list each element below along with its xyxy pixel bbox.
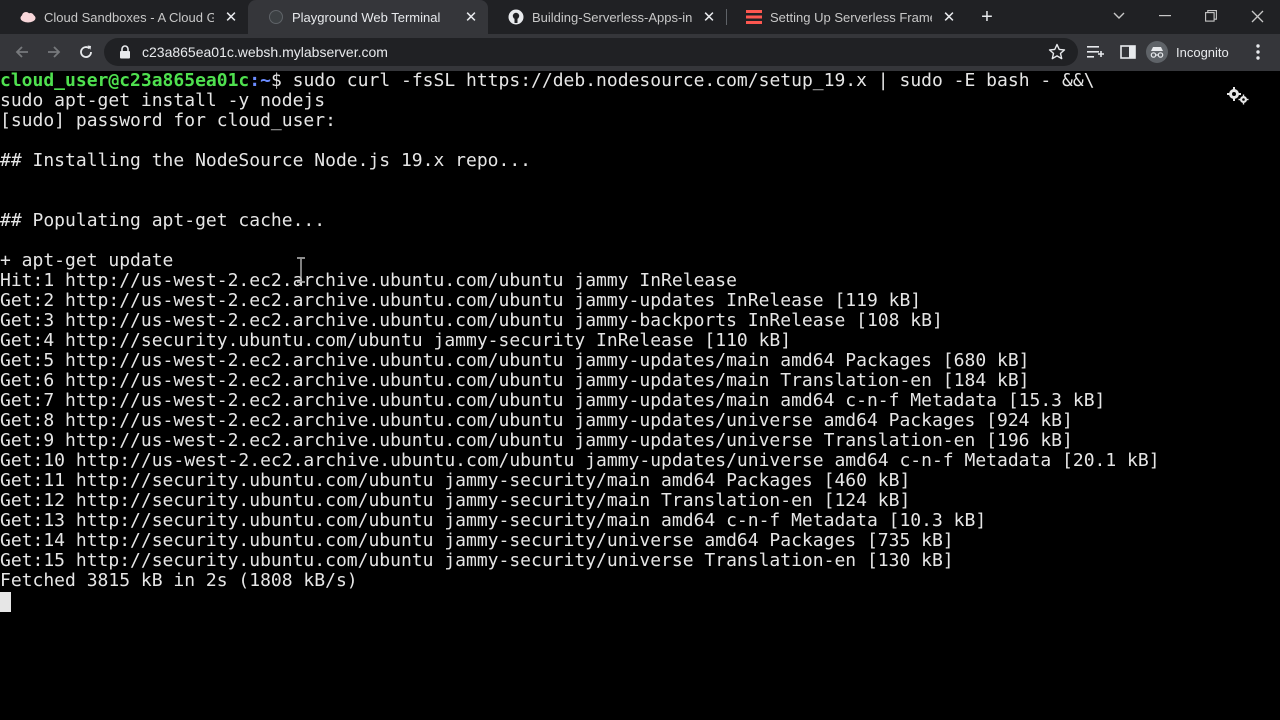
tab-title: Playground Web Terminal (292, 9, 441, 25)
minimize-icon (1159, 15, 1171, 17)
close-icon (1251, 10, 1263, 22)
tab-setting-up-serverless[interactable]: Setting Up Serverless Framework ✕ (726, 0, 966, 34)
close-icon[interactable]: ✕ (700, 8, 718, 26)
command-text: sudo curl -fsSL https://deb.nodesource.c… (281, 71, 1095, 91)
restore-button[interactable] (1188, 0, 1234, 32)
menu-button[interactable] (1245, 39, 1271, 65)
side-panel-icon (1120, 45, 1136, 59)
terminal-line: Get:15 http://security.ubuntu.com/ubuntu… (0, 550, 954, 571)
profile-label: Incognito (1176, 44, 1229, 60)
terminal-output[interactable]: cloud_user@c23a865ea01c:~$ sudo curl -fs… (0, 71, 1280, 720)
prompt-user-host: cloud_user@c23a865ea01c (0, 71, 250, 91)
tab-cloud-sandboxes[interactable]: Cloud Sandboxes - A Cloud Guru ✕ (0, 0, 248, 34)
arrow-right-icon (48, 46, 61, 58)
terminal-line: sudo apt-get install -y nodejs (0, 90, 326, 111)
reload-icon (80, 45, 92, 58)
terminal-line: Get:8 http://us-west-2.ec2.archive.ubunt… (0, 410, 1073, 431)
star-icon[interactable] (1048, 43, 1066, 61)
tab-building-serverless-apps[interactable]: Building-Serverless-Apps-in-AWS ✕ (488, 0, 726, 34)
close-window-button[interactable] (1234, 0, 1280, 32)
terminal-line: Get:4 http://security.ubuntu.com/ubuntu … (0, 330, 792, 351)
restore-icon (1205, 10, 1217, 22)
terminal-line: ## Installing the NodeSource Node.js 19.… (0, 150, 532, 171)
github-icon (508, 9, 524, 25)
side-panel-button[interactable] (1115, 39, 1141, 65)
tab-playground-web-terminal[interactable]: Playground Web Terminal ✕ (248, 0, 488, 34)
reading-list-icon (1087, 46, 1104, 58)
reading-list-button[interactable] (1083, 39, 1109, 65)
browser-toolbar: c23a865ea01c.websh.mylabserver.com Incog… (0, 34, 1280, 71)
close-icon[interactable]: ✕ (462, 8, 480, 26)
terminal-globe-icon (268, 9, 284, 25)
terminal-line: Get:5 http://us-west-2.ec2.archive.ubunt… (0, 350, 1030, 371)
cloud-icon (20, 9, 36, 25)
terminal-line: Hit:1 http://us-west-2.ec2.archive.ubunt… (0, 270, 737, 291)
browser-window: Cloud Sandboxes - A Cloud Guru ✕ Playgro… (0, 0, 1280, 720)
terminal-command-line: cloud_user@c23a865ea01c:~$ sudo curl -fs… (0, 71, 1095, 91)
terminal-line: Get:2 http://us-west-2.ec2.archive.ubunt… (0, 290, 922, 311)
new-tab-button[interactable]: + (976, 6, 998, 28)
tab-strip: Cloud Sandboxes - A Cloud Guru ✕ Playgro… (0, 0, 1280, 34)
terminal-line: ## Populating apt-get cache... (0, 210, 326, 231)
terminal-line: Fetched 3815 kB in 2s (1808 kB/s) (0, 570, 358, 591)
minimize-button[interactable] (1142, 0, 1188, 32)
tab-search-button[interactable] (1096, 0, 1142, 32)
terminal-line: Get:7 http://us-west-2.ec2.archive.ubunt… (0, 390, 1106, 411)
terminal-cursor (0, 592, 11, 612)
chevron-down-icon (1113, 12, 1125, 19)
terminal-line: + apt-get update (0, 250, 174, 271)
terminal-line: Get:3 http://us-west-2.ec2.archive.ubunt… (0, 310, 943, 331)
url-text[interactable]: c23a865ea01c.websh.mylabserver.com (142, 38, 388, 66)
lock-icon[interactable] (118, 45, 132, 59)
text-cursor-icon (297, 257, 305, 283)
terminal-line: [sudo] password for cloud_user: (0, 110, 336, 131)
address-bar[interactable]: c23a865ea01c.websh.mylabserver.com (104, 38, 1078, 66)
close-icon[interactable]: ✕ (222, 8, 240, 26)
terminal-line: Get:13 http://security.ubuntu.com/ubuntu… (0, 510, 987, 531)
reload-button[interactable] (72, 38, 100, 66)
kebab-menu-icon (1256, 44, 1260, 60)
arrow-left-icon (15, 46, 28, 58)
terminal-line: Get:14 http://security.ubuntu.com/ubuntu… (0, 530, 954, 551)
close-icon[interactable]: ✕ (940, 8, 958, 26)
terminal-line: Get:10 http://us-west-2.ec2.archive.ubun… (0, 450, 1160, 471)
terminal-line: Get:6 http://us-west-2.ec2.archive.ubunt… (0, 370, 1030, 391)
tab-title: Building-Serverless-Apps-in-AWS (532, 9, 692, 25)
terminal-line: Get:9 http://us-west-2.ec2.archive.ubunt… (0, 430, 1073, 451)
profile-button[interactable]: Incognito (1146, 38, 1229, 66)
tab-title: Setting Up Serverless Framework (770, 9, 932, 25)
incognito-icon (1146, 41, 1168, 63)
prompt-symbol: $ (270, 71, 282, 91)
forward-button[interactable] (40, 38, 68, 66)
tab-title: Cloud Sandboxes - A Cloud Guru (44, 9, 214, 25)
serverless-icon (746, 9, 762, 25)
gears-icon[interactable] (1226, 86, 1250, 106)
terminal-line: Get:12 http://security.ubuntu.com/ubuntu… (0, 490, 911, 511)
prompt-path: :~ (249, 71, 271, 91)
terminal-line: Get:11 http://security.ubuntu.com/ubuntu… (0, 470, 911, 491)
back-button[interactable] (8, 38, 36, 66)
